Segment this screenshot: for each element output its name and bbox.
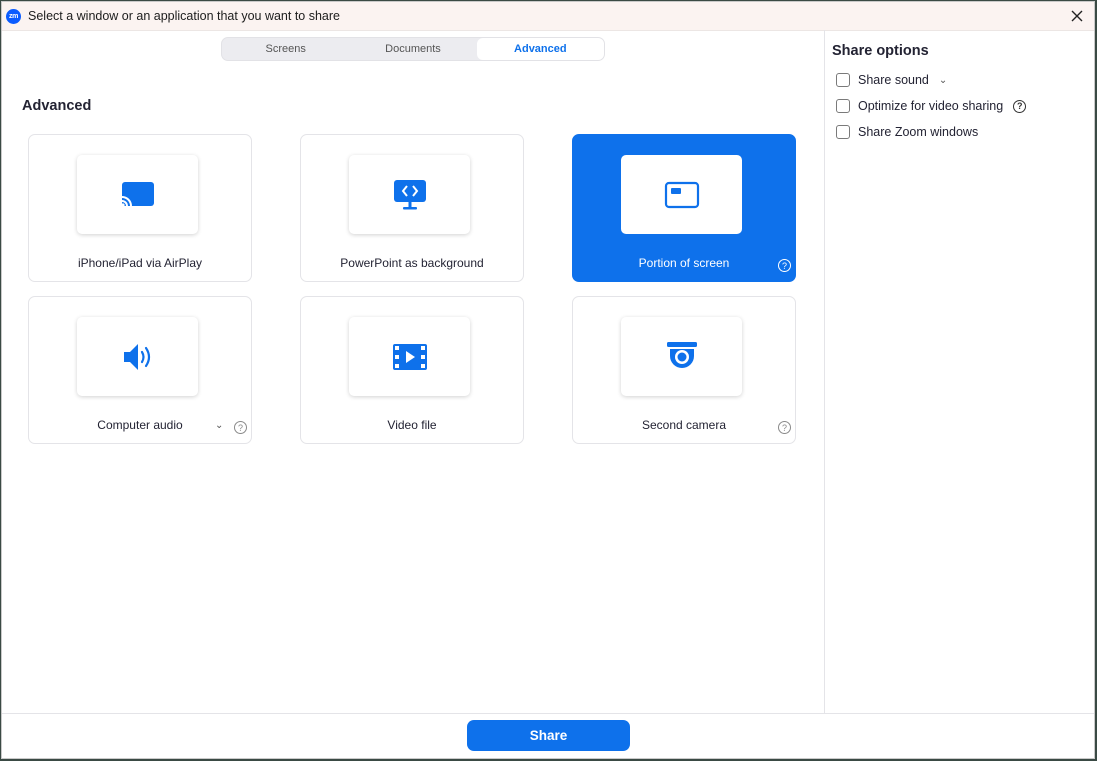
card-thumbnail — [77, 155, 198, 234]
chevron-down-icon[interactable]: ⌄ — [215, 420, 223, 431]
card-video-file[interactable]: Video file — [300, 296, 524, 444]
share-sound-checkbox[interactable] — [836, 73, 850, 87]
share-zoom-windows-checkbox[interactable] — [836, 125, 850, 139]
card-thumbnail — [621, 317, 742, 396]
card-powerpoint[interactable]: PowerPoint as background — [300, 134, 524, 282]
title-bar: zm Select a window or an application tha… — [2, 2, 1094, 31]
share-tabs: Screens Documents Advanced — [221, 37, 605, 61]
card-label: Portion of screen — [638, 256, 730, 270]
footer: Share — [2, 713, 1094, 758]
share-button[interactable]: Share — [467, 720, 630, 751]
card-thumbnail — [621, 155, 742, 234]
zoom-logo-icon: zm — [6, 8, 21, 24]
card-thumbnail — [77, 317, 198, 396]
card-label: Video file — [387, 418, 437, 432]
share-options-title: Share options — [832, 43, 929, 59]
presentation-icon — [393, 179, 426, 209]
card-label: PowerPoint as background — [340, 256, 484, 270]
card-thumbnail — [349, 155, 470, 234]
option-label: Optimize for video sharing — [858, 99, 1004, 113]
camera-icon — [666, 341, 697, 368]
section-title: Advanced — [22, 98, 92, 114]
card-second-camera[interactable]: Second camera ? — [572, 296, 796, 444]
card-thumbnail — [349, 317, 470, 396]
tab-advanced[interactable]: Advanced — [476, 38, 604, 60]
chevron-down-icon[interactable]: ⌄ — [939, 75, 947, 86]
option-share-sound[interactable]: Share sound ⌄ — [836, 73, 947, 87]
film-icon — [392, 343, 427, 370]
speaker-icon — [123, 343, 150, 370]
card-portion-of-screen[interactable]: Portion of screen ? — [572, 134, 796, 282]
option-label: Share sound — [858, 73, 929, 87]
share-dialog: zm Select a window or an application tha… — [1, 1, 1095, 759]
tab-screens[interactable]: Screens — [222, 38, 349, 60]
tab-documents[interactable]: Documents — [349, 38, 476, 60]
help-icon[interactable]: ? — [778, 421, 791, 434]
help-icon[interactable]: ? — [778, 259, 791, 272]
help-icon[interactable]: ? — [234, 421, 247, 434]
airplay-icon — [120, 181, 154, 207]
window-title: Select a window or an application that y… — [28, 9, 340, 23]
card-label: Second camera — [641, 418, 727, 432]
panel-divider — [824, 30, 825, 714]
option-label: Share Zoom windows — [858, 125, 979, 139]
close-icon — [1071, 10, 1083, 22]
option-share-zoom-windows[interactable]: Share Zoom windows — [836, 125, 978, 139]
card-label: iPhone/iPad via AirPlay — [77, 256, 203, 270]
optimize-video-checkbox[interactable] — [836, 99, 850, 113]
help-icon[interactable]: ? — [1013, 99, 1027, 113]
close-button[interactable] — [1066, 6, 1088, 26]
card-computer-audio[interactable]: Computer audio ⌄ ? — [28, 296, 252, 444]
screen-portion-icon — [664, 181, 699, 208]
card-airplay[interactable]: iPhone/iPad via AirPlay — [28, 134, 252, 282]
option-optimize-video[interactable]: Optimize for video sharing ? — [836, 99, 1027, 113]
